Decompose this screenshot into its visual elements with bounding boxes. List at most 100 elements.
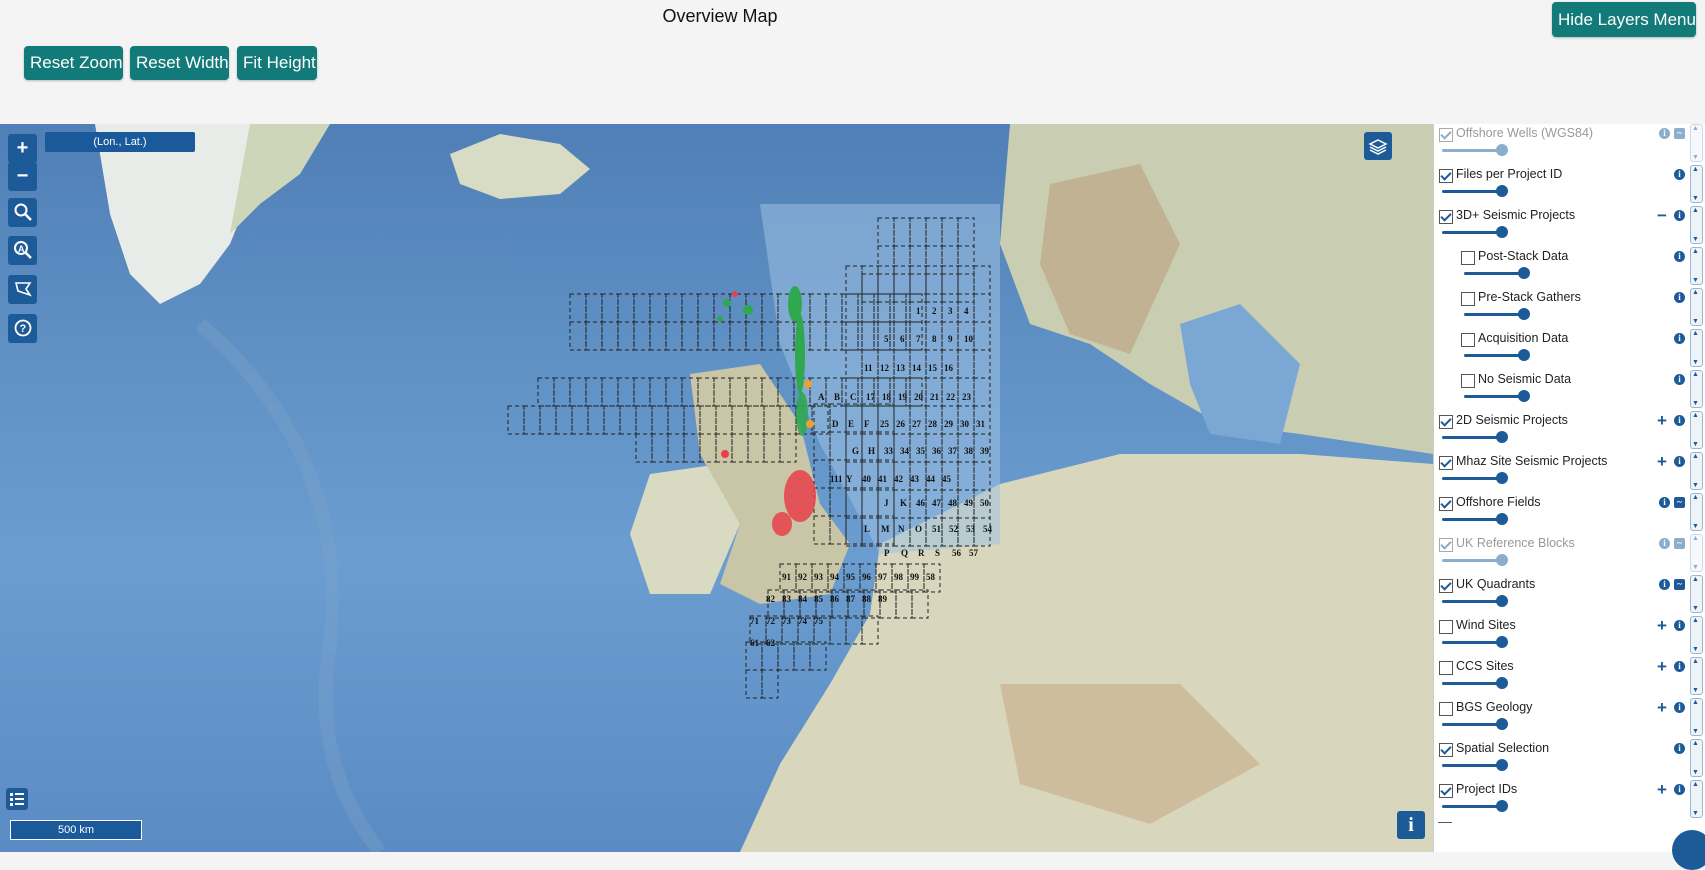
opacity-slider[interactable] — [1464, 395, 1524, 398]
zoom-in-button[interactable]: + — [8, 134, 37, 163]
opacity-slider[interactable] — [1442, 477, 1502, 480]
layer-checkbox[interactable] — [1439, 415, 1453, 429]
info-icon[interactable]: i — [1659, 579, 1670, 590]
layer-order-stepper[interactable] — [1690, 329, 1703, 367]
expand-icon[interactable]: + — [1657, 658, 1667, 675]
layer-checkbox[interactable] — [1439, 661, 1453, 675]
legend-icon[interactable]: ~ — [1674, 497, 1685, 508]
layer-order-stepper[interactable] — [1690, 657, 1703, 695]
layer-order-stepper[interactable] — [1690, 534, 1703, 572]
info-icon[interactable]: i — [1659, 128, 1670, 139]
info-icon[interactable]: i — [1674, 251, 1685, 262]
opacity-slider[interactable] — [1442, 231, 1502, 234]
opacity-slider-knob[interactable] — [1518, 308, 1530, 320]
info-icon[interactable]: i — [1659, 538, 1670, 549]
layer-checkbox[interactable] — [1439, 743, 1453, 757]
layer-order-stepper[interactable] — [1690, 780, 1703, 818]
opacity-slider-knob[interactable] — [1518, 390, 1530, 402]
info-button[interactable]: i — [1397, 811, 1425, 839]
opacity-slider-knob[interactable] — [1496, 144, 1508, 156]
chat-launcher-button[interactable] — [1672, 830, 1705, 870]
opacity-slider[interactable] — [1464, 313, 1524, 316]
info-icon[interactable]: i — [1674, 620, 1685, 631]
search-button[interactable] — [8, 198, 37, 227]
layer-order-stepper[interactable] — [1690, 493, 1703, 531]
legend-icon[interactable]: ~ — [1674, 579, 1685, 590]
info-icon[interactable]: i — [1674, 210, 1685, 221]
opacity-slider-knob[interactable] — [1496, 431, 1508, 443]
info-icon[interactable]: i — [1659, 497, 1670, 508]
layer-order-stepper[interactable] — [1690, 124, 1703, 162]
expand-icon[interactable]: + — [1657, 617, 1667, 634]
info-icon[interactable]: i — [1674, 374, 1685, 385]
info-icon[interactable]: i — [1674, 456, 1685, 467]
collapse-icon[interactable]: − — [1657, 207, 1667, 224]
layer-order-stepper[interactable] — [1690, 247, 1703, 285]
opacity-slider[interactable] — [1464, 272, 1524, 275]
layer-order-stepper[interactable] — [1690, 575, 1703, 613]
layer-order-stepper[interactable] — [1690, 370, 1703, 408]
layer-checkbox[interactable] — [1439, 210, 1453, 224]
layer-checkbox[interactable] — [1439, 784, 1453, 798]
opacity-slider[interactable] — [1442, 559, 1502, 562]
opacity-slider[interactable] — [1442, 682, 1502, 685]
legend-list-button[interactable] — [6, 788, 28, 810]
info-icon[interactable]: i — [1674, 743, 1685, 754]
opacity-slider-knob[interactable] — [1496, 759, 1508, 771]
legend-icon[interactable]: ~ — [1674, 538, 1685, 549]
expand-icon[interactable]: + — [1657, 781, 1667, 798]
opacity-slider[interactable] — [1442, 600, 1502, 603]
layer-checkbox[interactable] — [1439, 579, 1453, 593]
opacity-slider[interactable] — [1442, 641, 1502, 644]
opacity-slider-knob[interactable] — [1496, 800, 1508, 812]
opacity-slider-knob[interactable] — [1496, 226, 1508, 238]
add-layer-button[interactable] — [1364, 132, 1392, 160]
opacity-slider-knob[interactable] — [1496, 595, 1508, 607]
layer-checkbox[interactable] — [1439, 620, 1453, 634]
layer-order-stepper[interactable] — [1690, 616, 1703, 654]
reset-zoom-button[interactable]: Reset Zoom — [24, 46, 123, 80]
opacity-slider-knob[interactable] — [1496, 513, 1508, 525]
layer-order-stepper[interactable] — [1690, 452, 1703, 490]
layer-checkbox[interactable] — [1439, 169, 1453, 183]
layer-order-stepper[interactable] — [1690, 288, 1703, 326]
info-icon[interactable]: i — [1674, 333, 1685, 344]
info-icon[interactable]: i — [1674, 415, 1685, 426]
opacity-slider-knob[interactable] — [1518, 267, 1530, 279]
layer-checkbox[interactable] — [1461, 333, 1475, 347]
opacity-slider[interactable] — [1442, 805, 1502, 808]
layer-checkbox[interactable] — [1439, 456, 1453, 470]
hide-layers-menu-button[interactable]: Hide Layers Menu — [1552, 2, 1696, 37]
zoom-out-button[interactable]: − — [8, 162, 37, 191]
opacity-slider-knob[interactable] — [1518, 349, 1530, 361]
legend-icon[interactable]: ~ — [1674, 128, 1685, 139]
expand-icon[interactable]: + — [1657, 412, 1667, 429]
layer-checkbox[interactable] — [1461, 251, 1475, 265]
fit-height-button[interactable]: Fit Height — [237, 46, 317, 80]
opacity-slider[interactable] — [1464, 354, 1524, 357]
layer-order-stepper[interactable] — [1690, 165, 1703, 203]
reset-width-button[interactable]: Reset Width — [130, 46, 229, 80]
opacity-slider-knob[interactable] — [1496, 636, 1508, 648]
layer-order-stepper[interactable] — [1690, 698, 1703, 736]
opacity-slider-knob[interactable] — [1496, 185, 1508, 197]
opacity-slider-knob[interactable] — [1496, 472, 1508, 484]
opacity-slider-knob[interactable] — [1496, 718, 1508, 730]
layer-checkbox[interactable] — [1461, 292, 1475, 306]
layer-order-stepper[interactable] — [1690, 206, 1703, 244]
opacity-slider[interactable] — [1442, 518, 1502, 521]
map-select-button[interactable] — [8, 275, 37, 304]
info-icon[interactable]: i — [1674, 292, 1685, 303]
info-icon[interactable]: i — [1674, 169, 1685, 180]
expand-icon[interactable]: + — [1657, 453, 1667, 470]
opacity-slider-knob[interactable] — [1496, 554, 1508, 566]
info-icon[interactable]: i — [1674, 784, 1685, 795]
search-area-button[interactable]: A — [8, 236, 37, 265]
info-icon[interactable]: i — [1674, 702, 1685, 713]
opacity-slider[interactable] — [1442, 723, 1502, 726]
layer-checkbox[interactable] — [1439, 538, 1453, 552]
layer-order-stepper[interactable] — [1690, 739, 1703, 777]
opacity-slider[interactable] — [1442, 764, 1502, 767]
layer-checkbox[interactable] — [1461, 374, 1475, 388]
expand-icon[interactable]: + — [1657, 699, 1667, 716]
